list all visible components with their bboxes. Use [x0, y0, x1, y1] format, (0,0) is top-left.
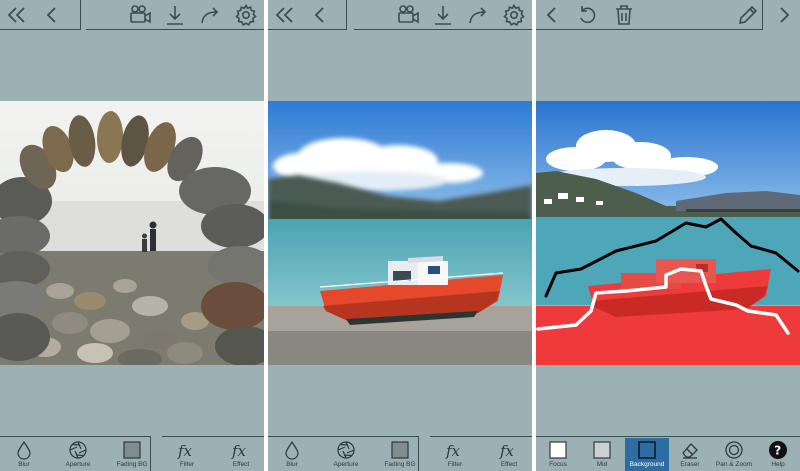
- tool-label: Background: [629, 461, 665, 468]
- tool-filter[interactable]: fx Filter: [165, 438, 209, 471]
- eraser-icon: [682, 443, 698, 459]
- target-icon: [725, 441, 743, 459]
- video-camera-icon[interactable]: [396, 3, 420, 27]
- chevron-left-icon[interactable]: [40, 3, 64, 27]
- drop-icon: [285, 440, 299, 460]
- tool-label: Blur: [286, 461, 298, 468]
- tool-label: Aperture: [65, 461, 91, 468]
- tool-label: Fading BG: [116, 461, 148, 468]
- svg-text:fx: fx: [499, 442, 515, 460]
- fx-icon: fx: [499, 442, 515, 460]
- editor-panel-stones: Blur Aperture Fading BG fx Filter fx Eff…: [0, 0, 264, 471]
- tool-label: Mid: [596, 461, 608, 468]
- tool-label: Eraser: [680, 461, 700, 468]
- toolbar-topline: [162, 436, 264, 437]
- tool-effect[interactable]: fx Effect: [487, 438, 531, 471]
- square-icon: [123, 441, 141, 459]
- toolbar-divider: [80, 0, 81, 30]
- toolbar-underline: [354, 29, 532, 30]
- tool-focus[interactable]: Focus: [536, 438, 580, 471]
- tool-label: Effect: [232, 461, 250, 468]
- svg-text:?: ?: [774, 444, 781, 458]
- top-toolbar: [268, 0, 532, 30]
- photo-stone-arch[interactable]: [0, 101, 264, 365]
- toolbar-topline: [430, 436, 532, 437]
- toolbar-divider: [346, 0, 347, 30]
- fx-icon: fx: [177, 442, 193, 460]
- double-chevron-left-icon[interactable]: [5, 3, 29, 27]
- aperture-icon: [337, 441, 355, 459]
- fx-icon: fx: [231, 442, 247, 460]
- square-icon: [638, 441, 656, 459]
- toolbar-underline: [536, 29, 762, 30]
- tool-fading-bg[interactable]: Fading BG: [110, 438, 154, 471]
- toolbar-underline: [268, 29, 346, 30]
- svg-text:fx: fx: [445, 442, 461, 460]
- share-icon[interactable]: [198, 3, 222, 27]
- square-icon: [549, 441, 567, 459]
- tool-aperture[interactable]: Aperture: [324, 438, 368, 471]
- drop-icon: [17, 440, 31, 460]
- toolbar-topline: [268, 436, 418, 437]
- trash-icon[interactable]: [612, 3, 636, 27]
- chevron-left-icon[interactable]: [540, 3, 564, 27]
- tool-filter[interactable]: fx Filter: [433, 438, 477, 471]
- tool-label: Blur: [18, 461, 30, 468]
- share-icon[interactable]: [466, 3, 490, 27]
- toolbar-underline: [0, 29, 80, 30]
- pencil-icon[interactable]: [736, 3, 760, 27]
- help-icon: ?: [769, 441, 787, 459]
- tool-help[interactable]: ? Help: [756, 438, 800, 471]
- photo-red-boat-mask[interactable]: [536, 101, 800, 365]
- fx-icon: fx: [445, 442, 461, 460]
- tool-fading-bg[interactable]: Fading BG: [378, 438, 422, 471]
- gear-icon[interactable]: [502, 3, 526, 27]
- tool-mid[interactable]: Mid: [580, 438, 624, 471]
- editor-panel-mask: Focus Mid Background Eraser Pan & Zoom ?…: [536, 0, 800, 471]
- aperture-icon: [69, 441, 87, 459]
- tool-label: Pan & Zoom: [715, 461, 753, 468]
- tool-label: Fading BG: [384, 461, 416, 468]
- download-icon[interactable]: [163, 3, 187, 27]
- editor-panel-boat: Blur Aperture Fading BG fx Filter fx Eff…: [268, 0, 532, 471]
- top-toolbar: [536, 0, 800, 30]
- tool-label: Effect: [500, 461, 518, 468]
- tool-effect[interactable]: fx Effect: [219, 438, 263, 471]
- tool-pan-zoom[interactable]: Pan & Zoom: [712, 438, 756, 471]
- undo-icon[interactable]: [576, 3, 600, 27]
- tool-background[interactable]: Background: [625, 438, 669, 471]
- download-icon[interactable]: [431, 3, 455, 27]
- gear-icon[interactable]: [234, 3, 258, 27]
- tool-eraser[interactable]: Eraser: [668, 438, 712, 471]
- chevron-right-icon[interactable]: [772, 3, 796, 27]
- square-icon: [391, 441, 409, 459]
- video-camera-icon[interactable]: [128, 3, 152, 27]
- tool-label: Filter: [447, 461, 463, 468]
- chevron-left-icon[interactable]: [308, 3, 332, 27]
- toolbar-topline: [0, 436, 150, 437]
- top-toolbar: [0, 0, 264, 30]
- tool-label: Aperture: [333, 461, 359, 468]
- tool-label: Help: [771, 461, 785, 468]
- tool-label: Focus: [549, 461, 567, 468]
- svg-text:fx: fx: [177, 442, 193, 460]
- tool-aperture[interactable]: Aperture: [56, 438, 100, 471]
- toolbar-topline: [536, 436, 800, 437]
- tool-blur[interactable]: Blur: [2, 438, 46, 471]
- square-icon: [593, 441, 611, 459]
- svg-text:fx: fx: [231, 442, 247, 460]
- toolbar-divider: [762, 0, 763, 30]
- toolbar-underline: [86, 29, 264, 30]
- tool-label: Filter: [179, 461, 195, 468]
- double-chevron-left-icon[interactable]: [273, 3, 297, 27]
- tool-blur[interactable]: Blur: [270, 438, 314, 471]
- photo-red-boat-blurred[interactable]: [268, 101, 532, 365]
